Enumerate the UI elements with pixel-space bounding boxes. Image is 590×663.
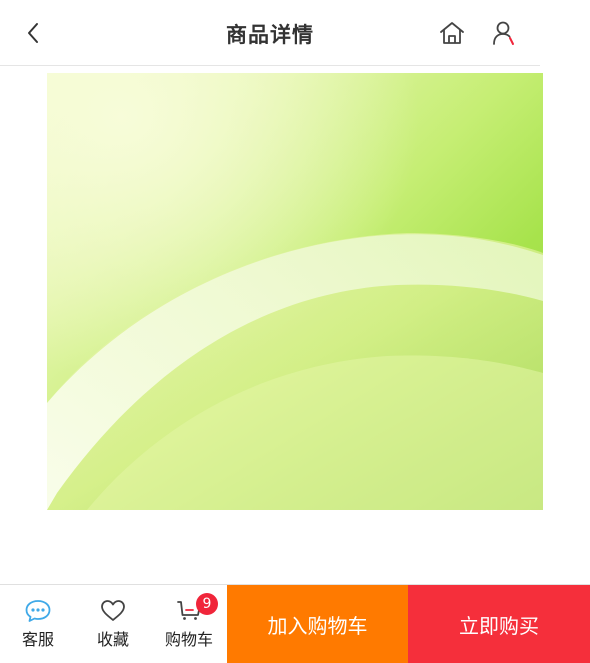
product-image[interactable] — [47, 73, 543, 510]
cart-label: 购物车 — [164, 630, 213, 649]
cart-count-badge: 9 — [196, 593, 218, 615]
bottom-action-bar: 客服 收藏 9 购物车 加入购物车 立即购买 — [0, 584, 590, 663]
service-label: 客服 — [21, 630, 54, 649]
customer-service-button[interactable]: 客服 — [2, 585, 74, 663]
favorite-button[interactable]: 收藏 — [77, 585, 149, 663]
favorite-label: 收藏 — [96, 630, 129, 649]
home-icon — [438, 20, 466, 50]
header-bar: 商品详情 — [0, 0, 540, 66]
add-to-cart-button[interactable]: 加入购物车 — [227, 585, 408, 663]
cart-icon-wrap: 9 — [174, 593, 218, 625]
cart-button[interactable]: 9 购物车 — [153, 585, 225, 663]
home-button[interactable] — [437, 20, 467, 50]
buy-now-button[interactable]: 立即购买 — [408, 585, 590, 663]
user-button[interactable] — [489, 20, 519, 50]
chat-bubble-icon — [23, 597, 53, 625]
heart-icon — [98, 597, 128, 625]
user-icon — [491, 20, 517, 50]
